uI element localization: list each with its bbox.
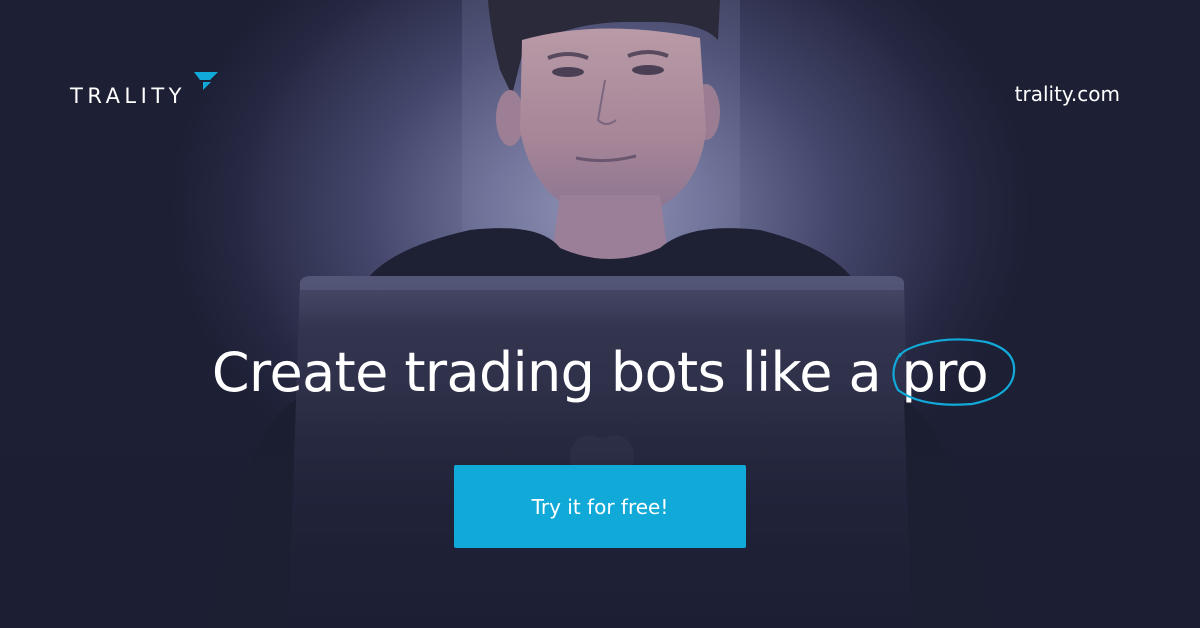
ad-banner: TRALITY trality.com Create trading bots … [0, 0, 1200, 628]
trality-logo[interactable]: TRALITY [70, 70, 222, 110]
try-free-button[interactable]: Try it for free! [454, 465, 746, 548]
headline-main-text: Create trading bots like a [211, 341, 882, 404]
brand-name: TRALITY [70, 84, 186, 108]
headline-highlight-text: pro [901, 341, 989, 404]
site-url-link[interactable]: trality.com [1015, 84, 1120, 104]
trality-arrow-mark-icon [193, 72, 218, 90]
headline-highlight: pro [891, 338, 1015, 406]
hero-headline: Create trading bots like a pro [0, 338, 1200, 406]
